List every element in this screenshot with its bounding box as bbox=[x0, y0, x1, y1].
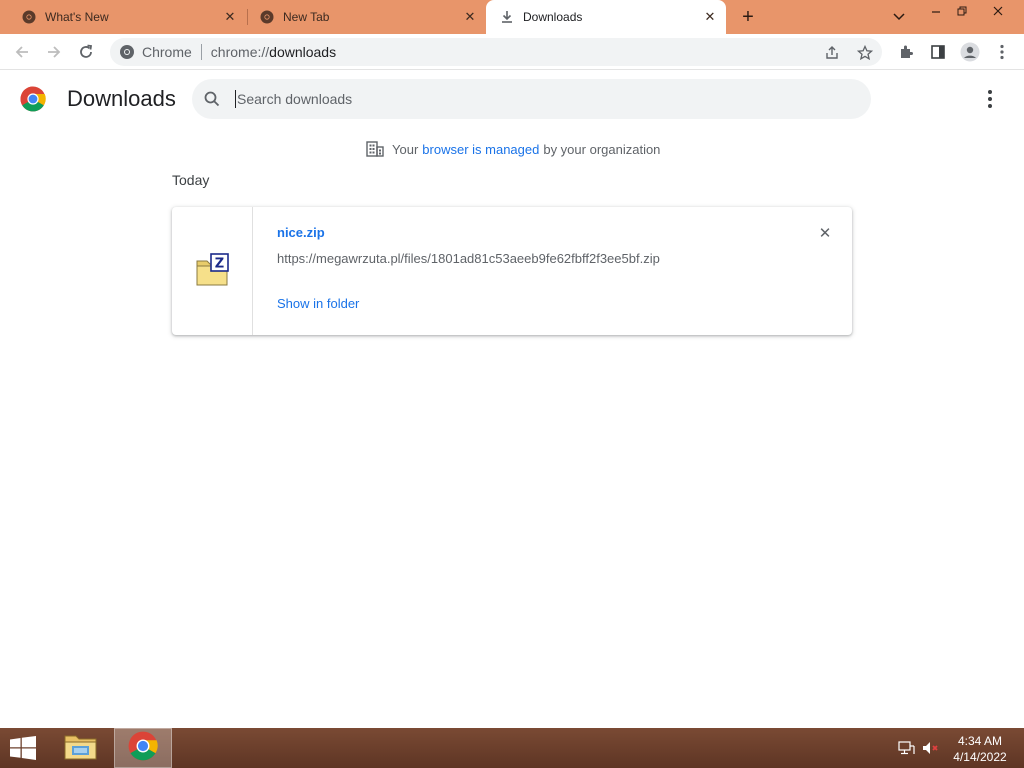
page-title: Downloads bbox=[67, 86, 176, 111]
reload-button[interactable] bbox=[74, 40, 98, 64]
downloads-header: Downloads bbox=[0, 71, 1024, 127]
menu-kebab-icon[interactable] bbox=[990, 40, 1014, 64]
tab-title: Downloads bbox=[523, 10, 583, 24]
address-bar[interactable]: Chrome chrome://downloads bbox=[110, 38, 882, 66]
tab-new-tab[interactable]: New Tab ✕ bbox=[248, 0, 486, 34]
managed-suffix: by your organization bbox=[543, 141, 661, 157]
network-icon[interactable] bbox=[898, 740, 916, 756]
new-tab-button[interactable]: + bbox=[736, 5, 760, 29]
source-url: https://megawrzuta.pl/files/1801ad81c53a… bbox=[277, 251, 660, 266]
managed-notice: Your browser is managed by your organiza… bbox=[366, 140, 660, 158]
file-name-link[interactable]: nice.zip bbox=[277, 225, 325, 240]
clock-time: 4:34 AM bbox=[957, 734, 1003, 748]
chrome-icon bbox=[260, 10, 274, 24]
managed-link[interactable]: browser is managed bbox=[422, 142, 539, 157]
close-icon[interactable]: ✕ bbox=[462, 9, 478, 25]
search-input[interactable] bbox=[235, 90, 835, 108]
site-label: Chrome bbox=[142, 44, 192, 60]
search-bar[interactable] bbox=[192, 79, 871, 119]
chrome-icon bbox=[128, 731, 158, 766]
folder-icon bbox=[64, 732, 98, 765]
share-icon[interactable] bbox=[823, 44, 841, 62]
omnibox-divider bbox=[200, 44, 202, 60]
chrome-icon bbox=[22, 10, 36, 24]
url-scheme: chrome:// bbox=[210, 44, 270, 60]
restore-icon[interactable] bbox=[946, 0, 978, 22]
building-icon bbox=[366, 140, 384, 158]
extensions-icon[interactable] bbox=[894, 40, 918, 64]
file-icon-area: Z bbox=[172, 207, 253, 335]
browser-toolbar: Chrome chrome://downloads bbox=[0, 34, 1024, 70]
svg-text:Z: Z bbox=[215, 257, 224, 272]
side-panel-icon[interactable] bbox=[926, 40, 950, 64]
bookmark-star-icon[interactable] bbox=[856, 44, 874, 62]
downloads-menu-icon[interactable] bbox=[978, 87, 1002, 111]
download-item-card: Z nice.zip https://megawrzuta.pl/files/1… bbox=[172, 207, 852, 335]
forward-button[interactable] bbox=[42, 40, 66, 64]
tab-strip: What's New ✕ New Tab ✕ Downloads ✕ + bbox=[0, 0, 1024, 34]
remove-download-icon[interactable]: ✕ bbox=[817, 225, 833, 242]
file-explorer-taskbar-button[interactable] bbox=[52, 728, 110, 768]
clock-date: 4/14/2022 bbox=[953, 750, 1007, 764]
chrome-icon bbox=[119, 44, 135, 60]
date-group-label: Today bbox=[172, 172, 210, 188]
windows-start-icon[interactable] bbox=[9, 736, 37, 760]
profile-avatar-icon[interactable] bbox=[958, 40, 982, 64]
close-window-icon[interactable] bbox=[982, 0, 1014, 22]
chrome-taskbar-button[interactable] bbox=[114, 728, 172, 768]
close-icon[interactable]: ✕ bbox=[702, 9, 718, 25]
tab-whats-new[interactable]: What's New ✕ bbox=[0, 0, 246, 34]
tab-search-icon[interactable] bbox=[883, 6, 915, 28]
volume-muted-icon[interactable] bbox=[922, 740, 940, 756]
tab-title: New Tab bbox=[283, 10, 330, 24]
managed-prefix: Your bbox=[392, 141, 419, 157]
url-host: downloads bbox=[269, 44, 337, 60]
chrome-logo-icon bbox=[20, 86, 46, 112]
zip-file-icon: Z bbox=[195, 253, 231, 287]
search-icon bbox=[203, 90, 221, 108]
show-in-folder-link[interactable]: Show in folder bbox=[277, 296, 359, 311]
windows-taskbar: 4:34 AM 4/14/2022 bbox=[0, 728, 1024, 768]
download-icon bbox=[500, 10, 514, 24]
back-button[interactable] bbox=[10, 40, 34, 64]
close-icon[interactable]: ✕ bbox=[222, 9, 238, 25]
tab-title: What's New bbox=[45, 10, 109, 24]
system-clock[interactable]: 4:34 AM 4/14/2022 bbox=[946, 733, 1014, 765]
tab-downloads[interactable]: Downloads ✕ bbox=[486, 0, 726, 34]
